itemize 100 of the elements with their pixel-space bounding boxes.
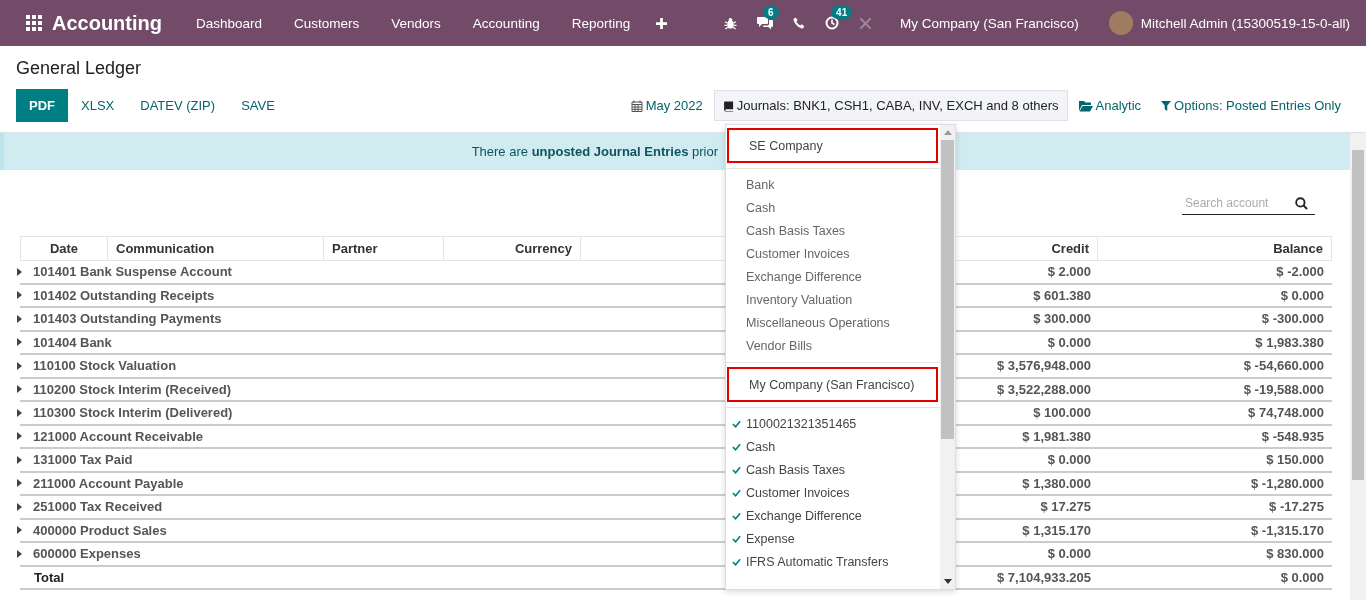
book-icon bbox=[722, 99, 734, 112]
folder-icon bbox=[1078, 99, 1093, 112]
user-menu[interactable]: Mitchell Admin (15300519-15-0-all) bbox=[1140, 15, 1350, 31]
journal-option[interactable]: Expense bbox=[726, 527, 940, 550]
company-switcher[interactable]: My Company (San Francisco) bbox=[900, 15, 1079, 31]
column-header: Partner bbox=[324, 237, 444, 260]
journals-filter-button[interactable]: Journals: BNK1, CSH1, CABA, INV, EXCH and 8 others bbox=[713, 90, 1068, 121]
credit-cell-text: $ 3,522,288.000 bbox=[996, 381, 1092, 397]
menu-item[interactable]: Vendors bbox=[391, 15, 441, 31]
account-name[interactable]: 101404 Bank bbox=[33, 334, 112, 350]
caret-icon[interactable] bbox=[17, 549, 22, 558]
balance-cell-text: $ -19,588.000 bbox=[1242, 381, 1325, 397]
column-header: Communication bbox=[108, 237, 324, 260]
caret-icon[interactable] bbox=[17, 502, 22, 511]
balance-cell-text: $ -54,660.000 bbox=[1242, 358, 1325, 374]
journal-option[interactable]: Cash Basis Taxes bbox=[726, 458, 940, 481]
caret-icon[interactable] bbox=[17, 479, 22, 488]
caret-icon[interactable] bbox=[17, 455, 22, 464]
check-icon bbox=[732, 488, 741, 497]
chat-bubbles-icon[interactable] bbox=[757, 16, 774, 30]
account-name[interactable]: 121000 Account Receivable bbox=[33, 428, 204, 444]
journal-option[interactable]: Bank bbox=[726, 173, 940, 196]
account-name[interactable]: 211000 Account Payable bbox=[33, 475, 184, 491]
credit-cell-text: $ 1,315.170 bbox=[1021, 522, 1092, 538]
page-scrollbar[interactable] bbox=[1350, 133, 1366, 600]
menu-item[interactable]: Dashboard bbox=[196, 15, 263, 31]
credit-cell-text: $ 0.000 bbox=[1046, 334, 1092, 350]
caret-icon[interactable] bbox=[17, 338, 22, 347]
caret-icon[interactable] bbox=[17, 526, 22, 535]
menu-item[interactable]: Reporting bbox=[571, 15, 631, 31]
caret-icon[interactable] bbox=[17, 314, 22, 323]
account-name[interactable]: 400000 Product Sales bbox=[33, 522, 167, 538]
check-icon bbox=[732, 534, 741, 543]
dropdown-scrollbar[interactable] bbox=[940, 125, 955, 589]
journal-option[interactable]: Miscellaneous Operations bbox=[726, 311, 940, 334]
balance-cell-text: $ -1,280.000 bbox=[1250, 475, 1325, 491]
balance-cell-text: $ 0.000 bbox=[1279, 569, 1325, 585]
credit-cell-text: $ 0.000 bbox=[1046, 546, 1092, 562]
account-name[interactable]: 101403 Outstanding Payments bbox=[33, 311, 222, 327]
journal-option[interactable]: IFRS Automatic Transfers bbox=[726, 550, 940, 573]
account-name[interactable]: 251000 Tax Received bbox=[33, 499, 163, 515]
balance-cell-text: $ 74,748.000 bbox=[1247, 405, 1325, 421]
balance-cell-text: $ -300.000 bbox=[1260, 311, 1325, 327]
menu-item[interactable]: Accounting bbox=[472, 15, 540, 31]
credit-cell-text: $ 0.000 bbox=[1046, 452, 1092, 468]
credit-cell-text: $ 17.275 bbox=[1039, 499, 1092, 515]
activity-count-badge: 41 bbox=[831, 6, 853, 19]
journal-option[interactable]: Cash Basis Taxes bbox=[726, 219, 940, 242]
caret-icon[interactable] bbox=[17, 385, 22, 394]
caret-icon[interactable] bbox=[17, 432, 22, 441]
plus-icon[interactable] bbox=[656, 17, 668, 29]
credit-cell-text: $ 7,104,933.205 bbox=[996, 569, 1092, 585]
journal-option[interactable]: 1100021321351465 bbox=[726, 412, 940, 435]
journal-option[interactable]: Customer Invoices bbox=[726, 481, 940, 504]
account-name[interactable]: 600000 Expenses bbox=[33, 546, 141, 562]
column-header: Currency bbox=[444, 237, 581, 260]
balance-cell-text: $ 150.000 bbox=[1265, 452, 1325, 468]
menu-item[interactable]: Customers bbox=[294, 15, 360, 31]
account-name[interactable]: 110100 Stock Valuation bbox=[33, 358, 177, 374]
company-group-header: SE Company bbox=[727, 128, 938, 163]
account-name[interactable]: 110300 Stock Interim (Delivered) bbox=[33, 405, 233, 421]
account-name[interactable]: 110200 Stock Interim (Received) bbox=[33, 381, 231, 397]
credit-cell-text: $ 300.000 bbox=[1032, 311, 1092, 327]
report-action-button[interactable]: XLSX bbox=[68, 89, 128, 122]
account-name[interactable]: 101401 Bank Suspense Account bbox=[33, 264, 232, 280]
app-name[interactable]: Accounting bbox=[52, 11, 162, 35]
caret-icon[interactable] bbox=[17, 408, 22, 417]
journal-option[interactable]: Customer Invoices bbox=[726, 242, 940, 265]
caret-icon[interactable] bbox=[17, 267, 22, 276]
report-action-button[interactable]: PDF bbox=[16, 89, 68, 122]
check-icon bbox=[732, 442, 741, 451]
journal-option[interactable]: Cash bbox=[726, 435, 940, 458]
report-action-button[interactable]: DATEV (ZIP) bbox=[127, 89, 229, 122]
balance-cell-text: $ -2.000 bbox=[1275, 264, 1325, 280]
column-header: Balance bbox=[1272, 240, 1324, 258]
account-name[interactable]: 101402 Outstanding Receipts bbox=[33, 287, 215, 303]
clock-icon[interactable] bbox=[825, 16, 840, 30]
journal-option[interactable]: Exchange Difference bbox=[726, 265, 940, 288]
caret-icon[interactable] bbox=[17, 361, 22, 370]
caret-icon[interactable] bbox=[17, 291, 22, 300]
options-filter-button[interactable]: Options: Posted Entries Only bbox=[1152, 90, 1350, 121]
report-action-button[interactable]: SAVE bbox=[228, 89, 288, 122]
journal-option[interactable]: Exchange Difference bbox=[726, 504, 940, 527]
page-title: General Ledger bbox=[16, 58, 143, 79]
balance-cell-text: $ -1,315.170 bbox=[1250, 522, 1325, 538]
apps-grid-icon[interactable] bbox=[26, 15, 42, 31]
credit-cell-text: $ 601.380 bbox=[1032, 287, 1092, 303]
journal-option[interactable]: Inventory Valuation bbox=[726, 288, 940, 311]
journal-option[interactable]: Vendor Bills bbox=[726, 334, 940, 357]
phone-icon[interactable] bbox=[793, 17, 806, 29]
account-name[interactable]: 131000 Tax Paid bbox=[33, 452, 133, 468]
scroll-down-arrow-icon[interactable] bbox=[943, 579, 952, 584]
credit-cell-text: $ 2.000 bbox=[1046, 264, 1092, 280]
balance-cell-text: $ 1,983.380 bbox=[1254, 334, 1325, 350]
bug-icon[interactable] bbox=[724, 16, 738, 30]
balance-cell-text: $ -548.935 bbox=[1260, 428, 1325, 444]
date-filter-button[interactable]: May 2022 bbox=[621, 90, 712, 121]
journal-option[interactable]: Cash bbox=[726, 196, 940, 219]
analytic-filter-button[interactable]: Analytic bbox=[1069, 90, 1151, 121]
credit-cell-text: $ 1,380.000 bbox=[1021, 475, 1092, 491]
